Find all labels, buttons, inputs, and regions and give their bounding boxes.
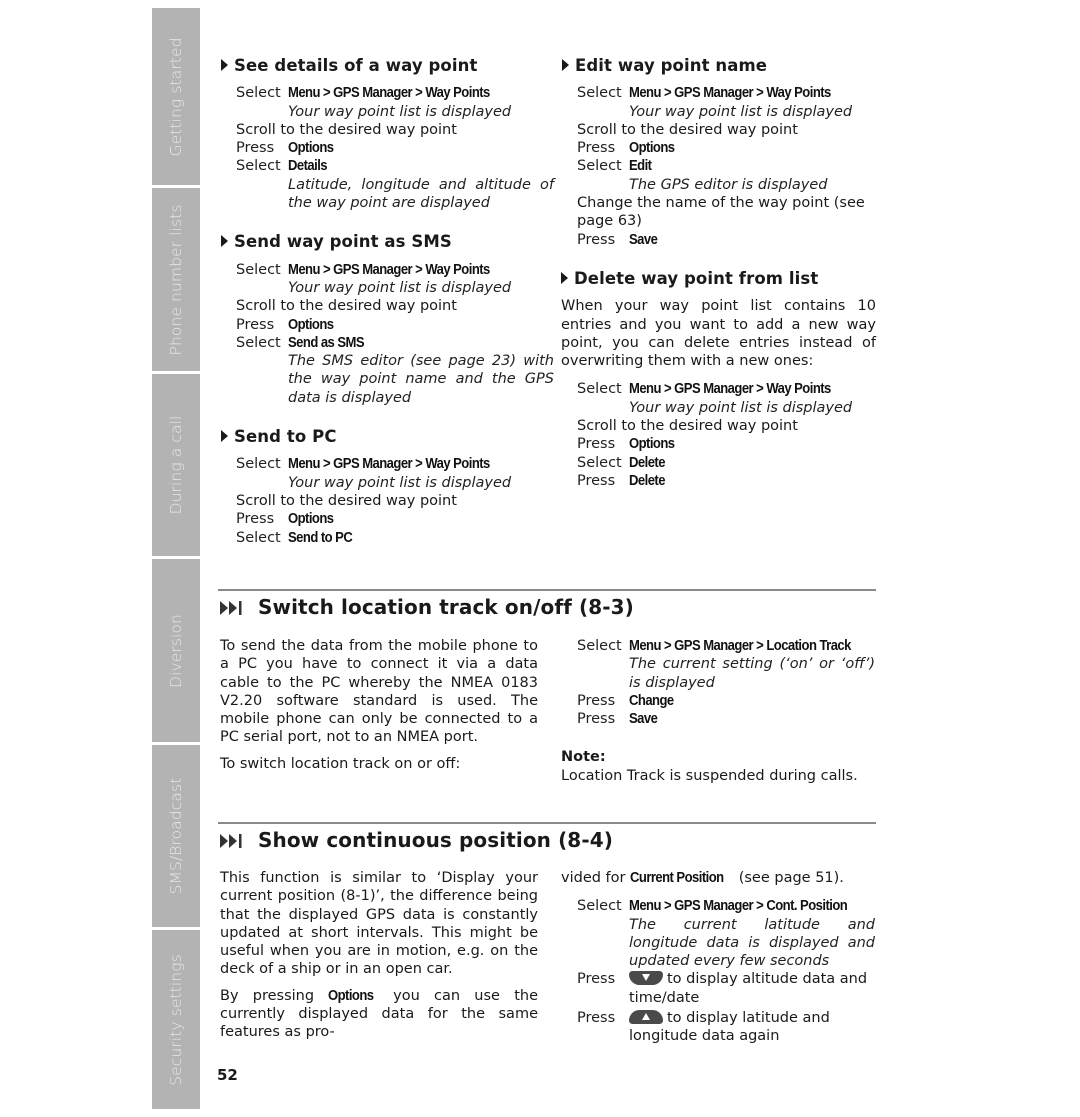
triangle-bullet-icon bbox=[221, 59, 228, 71]
section-send-to-pc: Send to PC Select Menu > GPS Manager > Wa… bbox=[221, 427, 554, 547]
nav-down-key-icon bbox=[629, 971, 663, 986]
subheading: See details of a way point bbox=[221, 56, 554, 75]
section-delete: Delete way point from list When your way… bbox=[561, 268, 876, 489]
tab-label: Security settings bbox=[167, 953, 185, 1086]
continuous-position-right: vided for Current Position (see page 51)… bbox=[561, 870, 875, 1045]
page-number: 52 bbox=[217, 1066, 238, 1084]
left-column-waypoints: See details of a way point Select Menu > … bbox=[221, 56, 554, 568]
skip-forward-icon bbox=[220, 601, 242, 615]
triangle-bullet-icon bbox=[562, 59, 569, 71]
note-box: Note: Location Track is suspended during… bbox=[561, 748, 895, 785]
tab-label: Phone number lists bbox=[167, 203, 185, 356]
menu-path: Menu > GPS Manager > Way Points bbox=[288, 456, 490, 473]
note-label: Note: bbox=[561, 749, 606, 766]
section-divider bbox=[218, 822, 876, 824]
section-heading-location-track: Switch location track on/off (8-3) bbox=[220, 595, 634, 619]
section-send-sms: Send way point as SMS Select Menu > GPS M… bbox=[221, 233, 554, 407]
tab-label: Diversion bbox=[167, 613, 185, 688]
location-track-right: Select Menu > GPS Manager > Location Trac… bbox=[561, 637, 895, 785]
step: Select Menu > GPS Manager > Way Points bbox=[236, 85, 490, 102]
tab-getting-started[interactable]: Getting started bbox=[152, 8, 200, 185]
subheading: Delete way point from list bbox=[561, 269, 876, 288]
menu-path: Menu > GPS Manager > Way Points bbox=[288, 261, 490, 278]
tab-during-a-call[interactable]: During a call bbox=[152, 374, 200, 556]
section-see-details: See details of a way point Select Menu > … bbox=[221, 56, 554, 212]
note-text: Location Track is suspended during calls… bbox=[561, 767, 858, 784]
right-column-waypoints: Edit way point name Select Menu > GPS Man… bbox=[561, 56, 895, 511]
location-track-left: To send the data from the mobile phone t… bbox=[220, 638, 538, 772]
subheading: Send way point as SMS bbox=[221, 233, 554, 251]
menu-path: Menu > GPS Manager > Way Points bbox=[629, 381, 831, 398]
tab-security-settings[interactable]: Security settings bbox=[152, 930, 200, 1109]
triangle-bullet-icon bbox=[221, 430, 228, 443]
menu-path: Menu > GPS Manager > Cont. Position bbox=[629, 898, 848, 915]
menu-path: Menu > GPS Manager > Way Points bbox=[288, 85, 490, 102]
tab-diversion[interactable]: Diversion bbox=[152, 559, 200, 742]
tab-label: During a call bbox=[167, 415, 185, 515]
section-divider bbox=[218, 589, 876, 591]
section-heading-continuous-position: Show continuous position (8-4) bbox=[220, 828, 613, 852]
subheading: Edit way point name bbox=[562, 56, 895, 75]
nav-up-key-icon bbox=[629, 1010, 663, 1025]
subheading: Send to PC bbox=[221, 427, 554, 446]
softkey-label: Options bbox=[288, 140, 334, 157]
tab-sms-broadcast[interactable]: SMS/Broadcast bbox=[152, 745, 200, 927]
menu-path: Menu > GPS Manager > Location Track bbox=[629, 638, 851, 654]
section-edit-name: Edit way point name Select Menu > GPS Man… bbox=[562, 56, 895, 249]
continuous-position-left: This function is similar to ‘Display you… bbox=[220, 870, 538, 1041]
menu-item: Details bbox=[288, 158, 328, 175]
menu-path: Menu > GPS Manager > Way Points bbox=[629, 85, 831, 102]
skip-forward-icon bbox=[220, 834, 242, 848]
tab-label: Getting started bbox=[167, 36, 185, 157]
triangle-bullet-icon bbox=[561, 271, 568, 284]
tab-phone-number-lists[interactable]: Phone number lists bbox=[152, 188, 200, 371]
triangle-bullet-icon bbox=[221, 235, 228, 248]
tab-label: SMS/Broadcast bbox=[167, 777, 185, 895]
